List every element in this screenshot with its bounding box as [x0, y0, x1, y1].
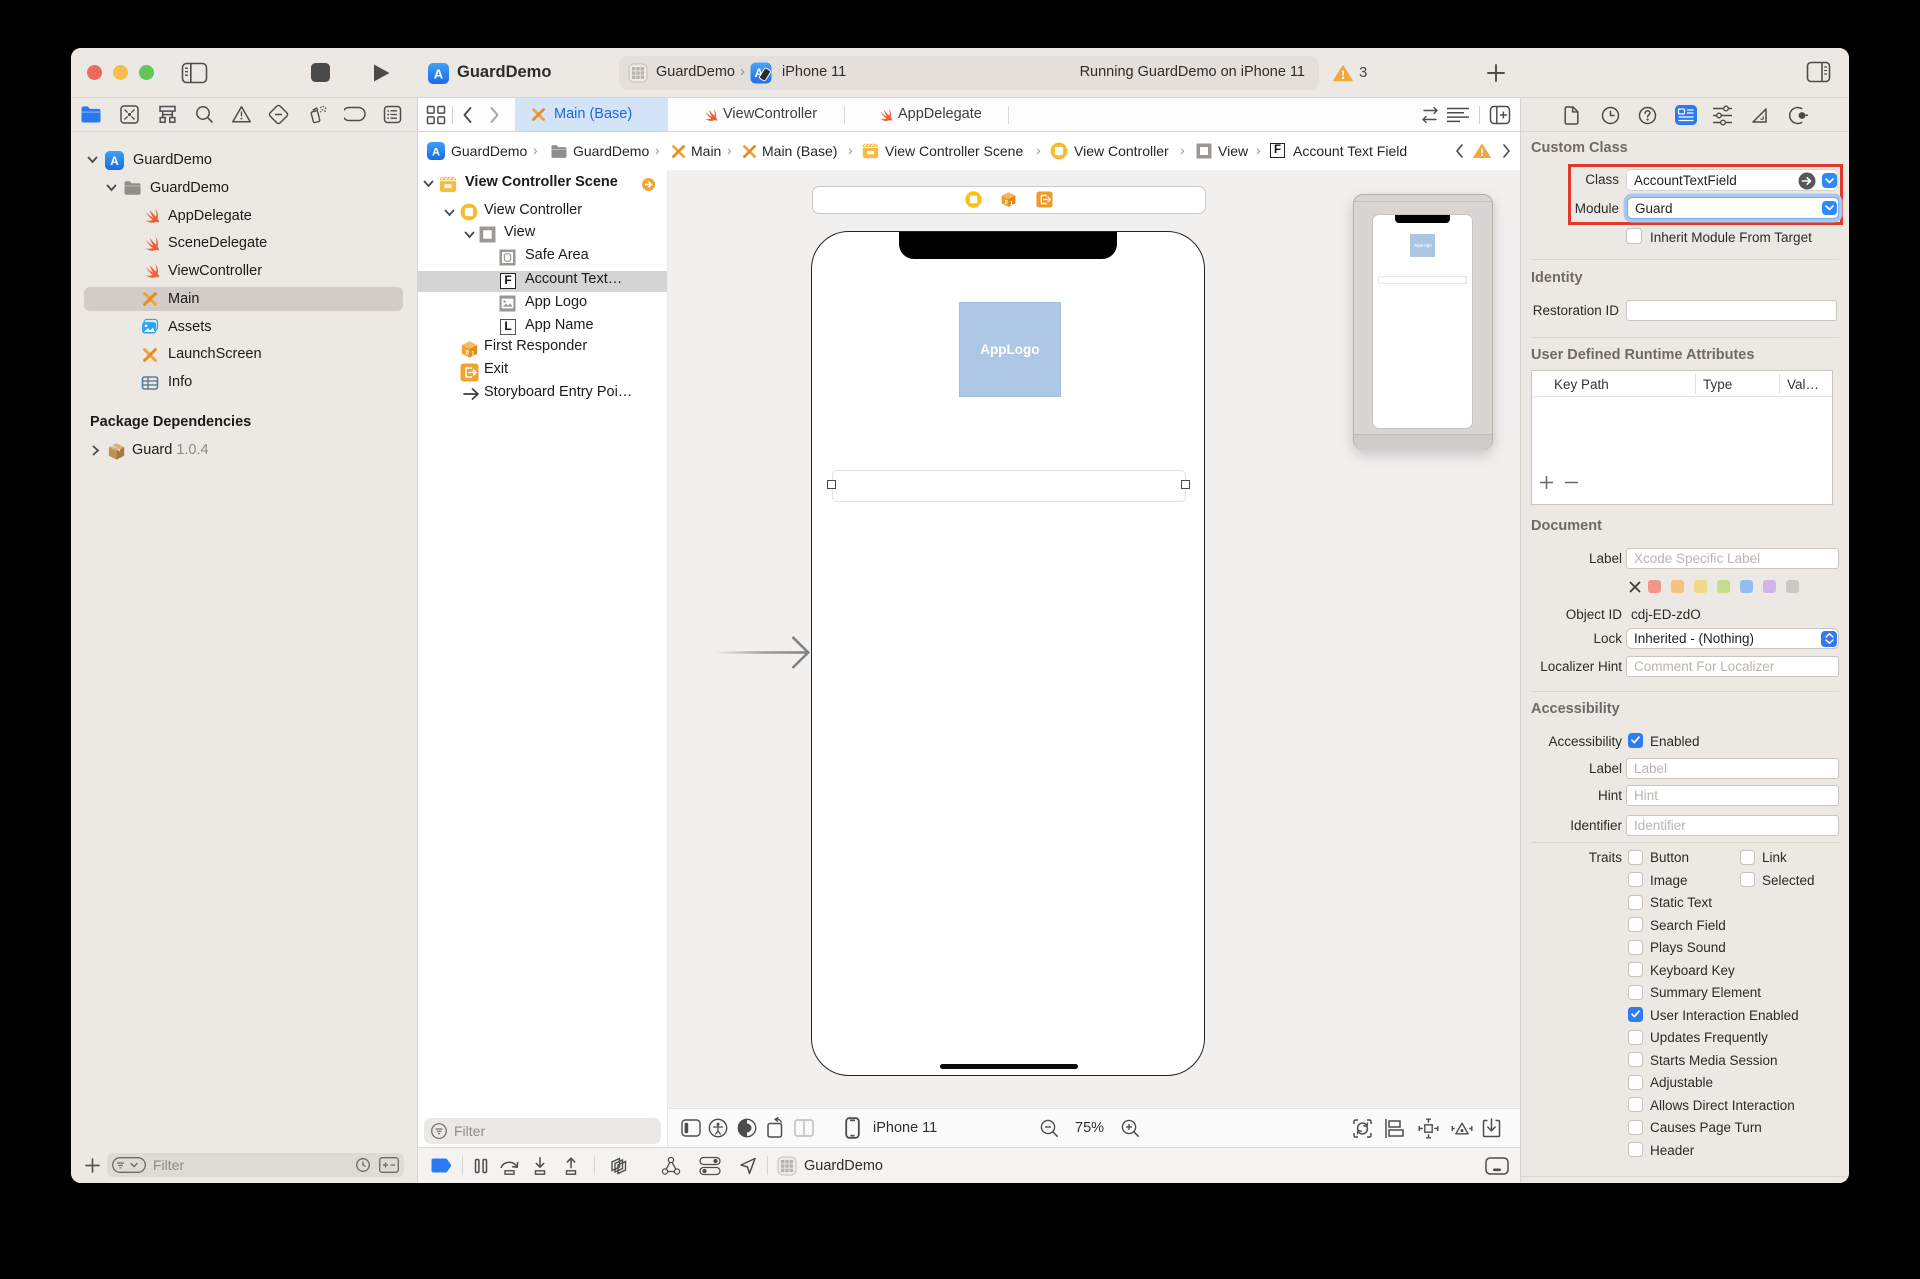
- svg-text:0: 0: [1005, 200, 1008, 206]
- svg-text:1: 1: [1010, 201, 1013, 207]
- svg-text:A: A: [432, 146, 440, 158]
- svg-text:A: A: [434, 67, 444, 82]
- svg-text:A: A: [110, 155, 119, 168]
- svg-text:0: 0: [466, 349, 470, 356]
- svg-text:1: 1: [471, 350, 475, 357]
